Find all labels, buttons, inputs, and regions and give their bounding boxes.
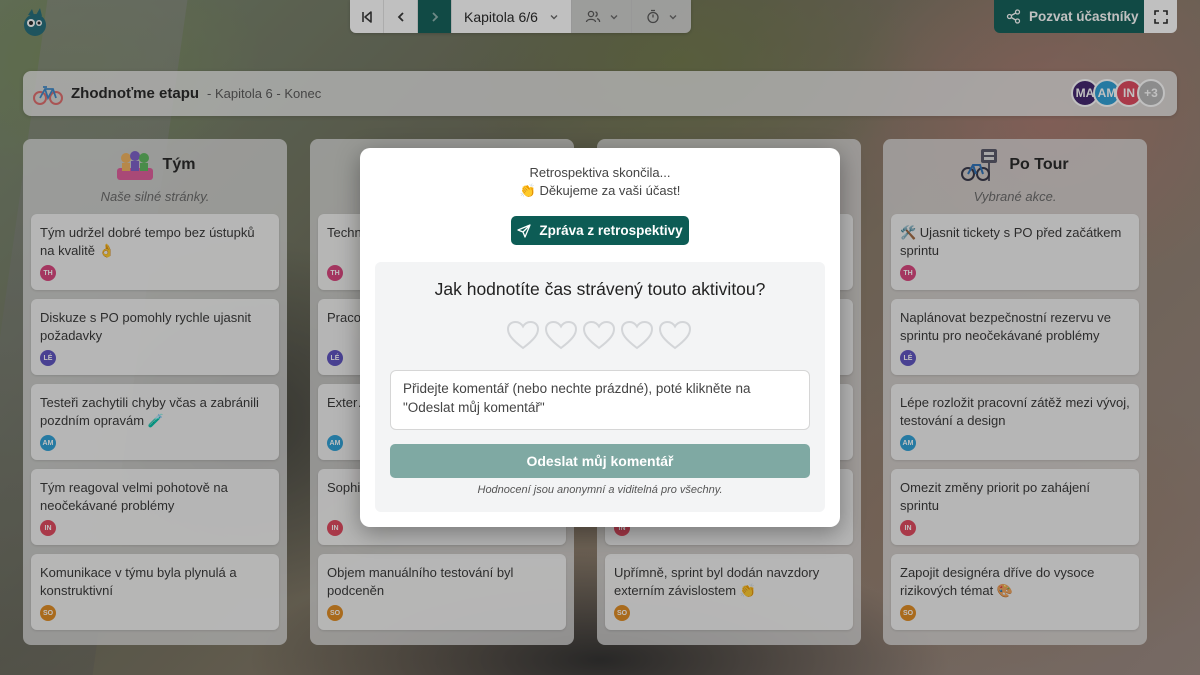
heart-icon[interactable] xyxy=(619,318,655,352)
retrospective-report-button[interactable]: Zpráva z retrospektivy xyxy=(511,216,689,245)
retrospective-report-label: Zpráva z retrospektivy xyxy=(539,223,683,238)
thanks-text: 👏 Děkujeme za vaši účast! xyxy=(519,183,681,198)
heart-icon[interactable] xyxy=(581,318,617,352)
rating-question: Jak hodnotíte čas strávený touto aktivit… xyxy=(434,279,766,299)
heart-icon[interactable] xyxy=(657,318,693,352)
retrospective-end-dialog: Retrospektiva skončila... 👏 Děkujeme za … xyxy=(360,148,840,527)
heart-icon[interactable] xyxy=(505,318,541,352)
retrospective-ended-text: Retrospektiva skončila... xyxy=(529,165,671,180)
rating-panel: Jak hodnotíte čas strávený touto aktivit… xyxy=(375,262,825,512)
anonymous-note: Hodnocení jsou anonymní a viditelná pro … xyxy=(477,484,723,496)
submit-comment-button[interactable]: Odeslat můj komentář xyxy=(390,444,810,478)
heart-rating xyxy=(505,318,693,352)
send-icon xyxy=(517,223,531,238)
heart-icon[interactable] xyxy=(543,318,579,352)
comment-input[interactable] xyxy=(390,370,810,430)
